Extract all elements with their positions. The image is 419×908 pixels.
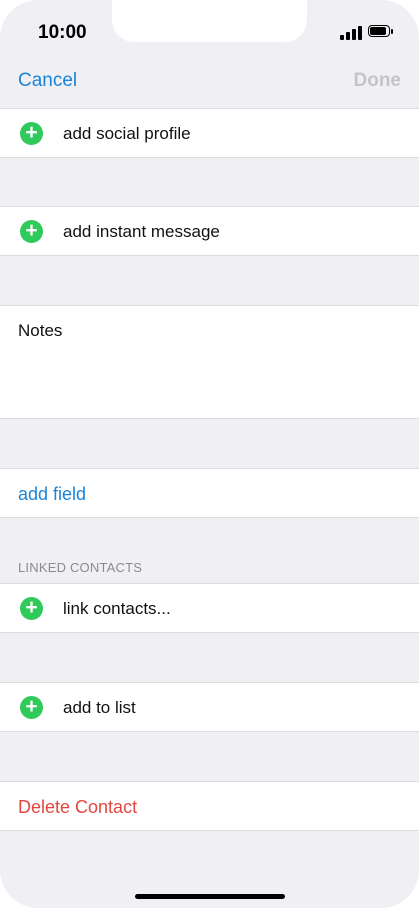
- add-instant-message-row[interactable]: + add instant message: [0, 206, 419, 256]
- cellular-signal-icon: [340, 26, 362, 40]
- navigation-bar: Cancel Done: [0, 60, 419, 104]
- notes-field[interactable]: Notes: [0, 305, 419, 419]
- delete-contact-button[interactable]: Delete Contact: [18, 797, 137, 818]
- home-indicator[interactable]: [135, 894, 285, 899]
- link-contacts-label: link contacts...: [63, 599, 171, 618]
- add-to-list-row[interactable]: + add to list: [0, 682, 419, 732]
- delete-contact-row[interactable]: Delete Contact: [0, 781, 419, 831]
- device-notch: [112, 0, 307, 42]
- add-circle-icon[interactable]: +: [20, 696, 43, 719]
- status-bar: 10:00: [0, 0, 419, 64]
- add-to-list-label: add to list: [63, 698, 136, 717]
- add-circle-icon[interactable]: +: [20, 597, 43, 620]
- cancel-button[interactable]: Cancel: [18, 70, 77, 92]
- notes-label: Notes: [18, 321, 63, 340]
- status-time: 10:00: [38, 22, 87, 43]
- add-instant-message-label: add instant message: [63, 222, 220, 241]
- done-button[interactable]: Done: [354, 70, 402, 92]
- add-circle-icon[interactable]: +: [20, 220, 43, 243]
- screen: 10:00 Cancel Done + add social profile +…: [0, 0, 419, 908]
- add-field-button[interactable]: add field: [18, 484, 86, 505]
- add-social-profile-row[interactable]: + add social profile: [0, 108, 419, 158]
- add-field-row[interactable]: add field: [0, 468, 419, 518]
- linked-contacts-header: LINKED CONTACTS: [18, 560, 143, 575]
- add-circle-icon[interactable]: +: [20, 122, 43, 145]
- battery-icon: [368, 25, 393, 39]
- link-contacts-row[interactable]: + link contacts...: [0, 583, 419, 633]
- add-social-profile-label: add social profile: [63, 124, 191, 143]
